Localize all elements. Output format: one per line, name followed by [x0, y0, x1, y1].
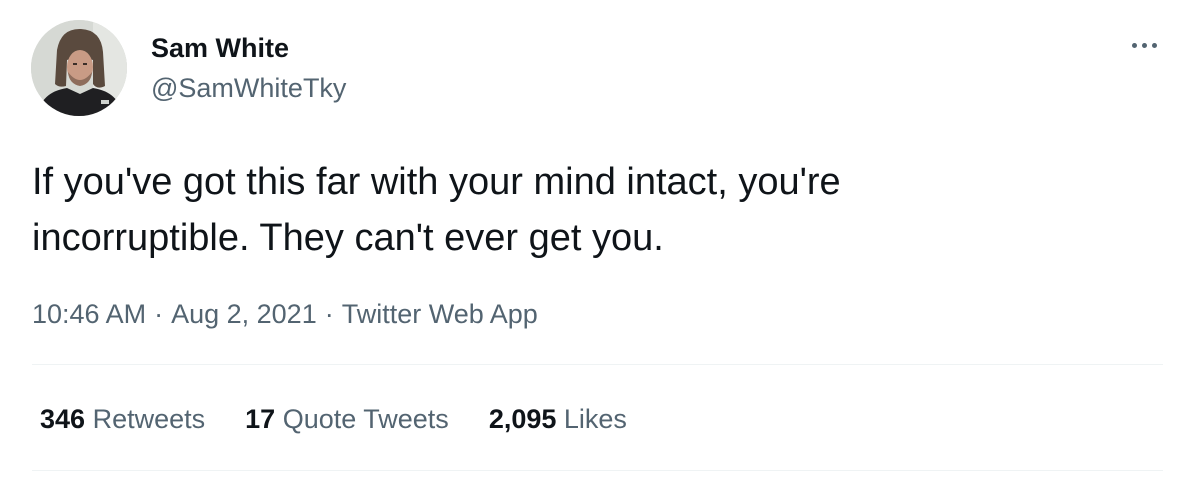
retweets-label: Retweets	[92, 404, 206, 434]
author-handle[interactable]: @SamWhiteTky	[151, 72, 346, 104]
meta-separator: ·	[324, 299, 334, 329]
likes-label: Likes	[563, 404, 627, 434]
tweet-meta: 10:46 AM · Aug 2, 2021 · Twitter Web App	[32, 297, 538, 331]
tweet-date[interactable]: Aug 2, 2021	[171, 299, 317, 329]
meta-separator: ·	[154, 299, 164, 329]
quote-tweets-count: 17	[245, 404, 276, 434]
avatar-image	[31, 20, 127, 116]
retweets-count: 346	[40, 404, 86, 434]
quote-tweets-stat[interactable]: 17 Quote Tweets	[245, 402, 449, 436]
author-name[interactable]: Sam White	[151, 32, 289, 64]
tweet-text-line: If you've got this far with your mind in…	[32, 161, 841, 203]
more-options-icon[interactable]	[1124, 30, 1164, 60]
tweet-card: Sam White @SamWhiteTky If you've got thi…	[0, 0, 1184, 482]
avatar[interactable]	[31, 20, 127, 116]
divider	[32, 470, 1163, 471]
quote-tweets-label: Quote Tweets	[282, 404, 449, 434]
tweet-time[interactable]: 10:46 AM	[32, 299, 146, 329]
retweets-stat[interactable]: 346 Retweets	[40, 402, 205, 436]
tweet-source[interactable]: Twitter Web App	[342, 299, 538, 329]
more-dot	[1131, 42, 1137, 48]
tweet-stats: 346 Retweets 17 Quote Tweets 2,095 Likes	[40, 402, 627, 436]
likes-stat[interactable]: 2,095 Likes	[489, 402, 627, 436]
more-dot	[1151, 42, 1157, 48]
likes-count: 2,095	[488, 404, 557, 434]
tweet-text-line: incorruptible. They can't ever get you.	[32, 217, 664, 259]
tweet-text: If you've got this far with your mind in…	[32, 154, 1132, 266]
divider	[32, 364, 1163, 365]
more-dot	[1141, 42, 1147, 48]
